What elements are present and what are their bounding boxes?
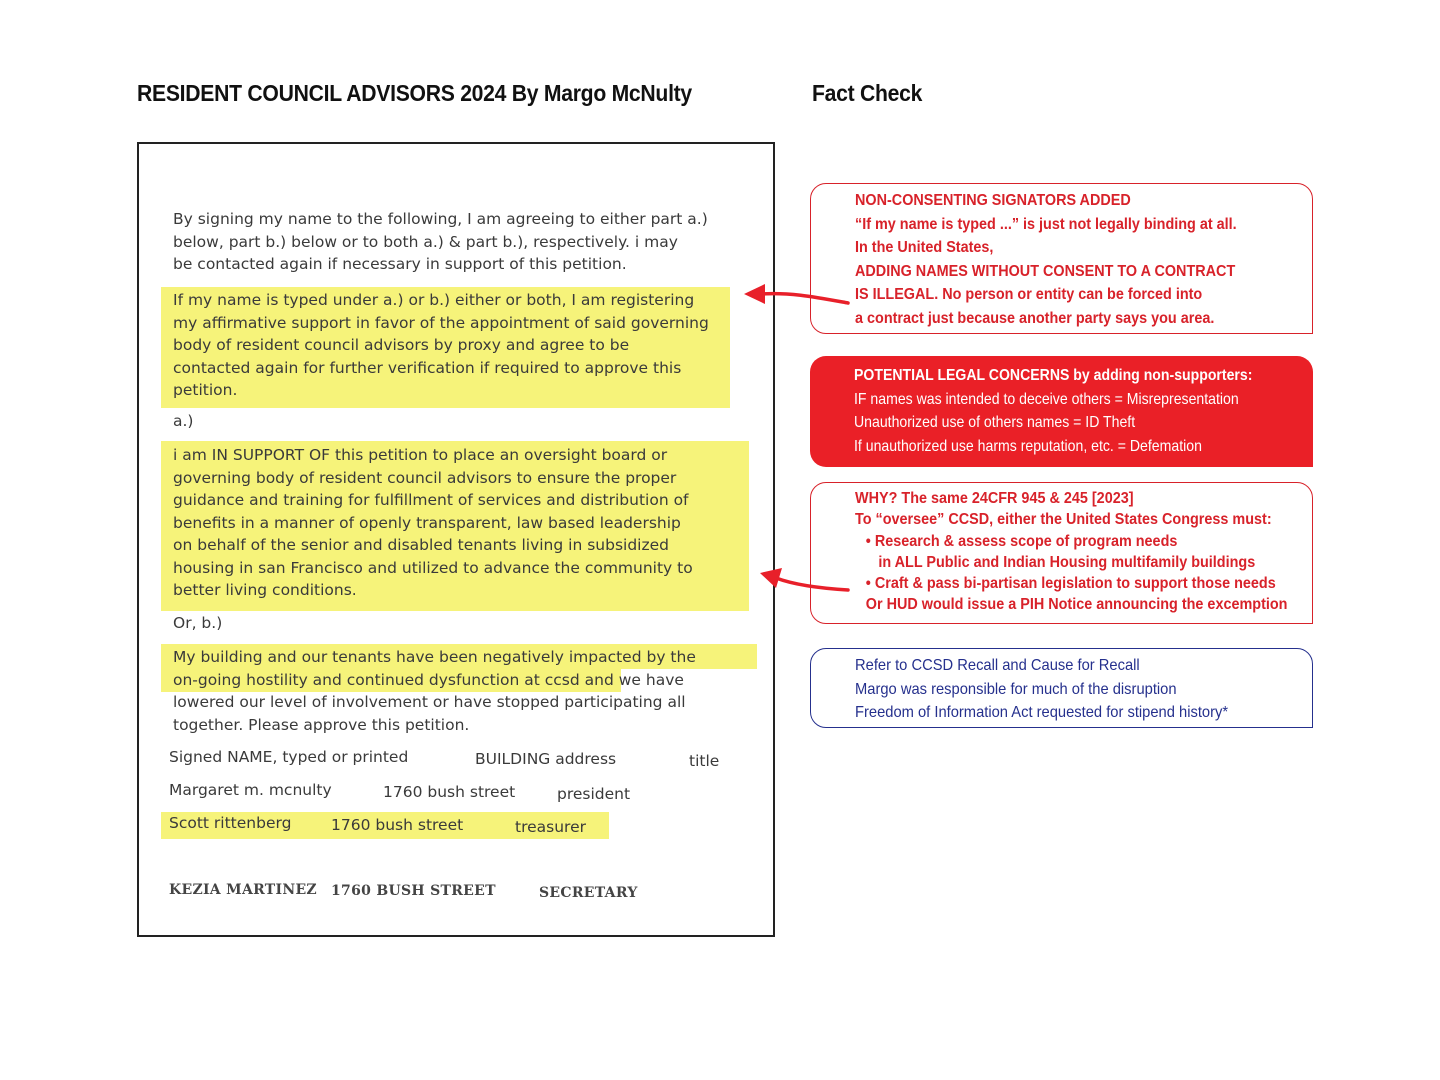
typed-signer-name: KEZIA MARTINEZ bbox=[169, 882, 317, 898]
legal-concerns-box: POTENTIAL LEGAL CONCERNS by adding non-s… bbox=[810, 356, 1313, 467]
bullet-legislation: • Craft & pass bi-partisan legislation t… bbox=[865, 575, 1276, 593]
typed-signer-address: 1760 BUSH STREET bbox=[331, 883, 496, 899]
petition-proxy-paragraph: If my name is typed under a.) or b.) eit… bbox=[173, 291, 709, 399]
signer-name: Margaret m. mcnulty bbox=[169, 781, 332, 799]
petition-scan: By signing my name to the following, I a… bbox=[137, 142, 775, 937]
sig-header-name: Signed NAME, typed or printed bbox=[169, 748, 409, 766]
why-box: WHY? The same 24CFR 945 & 245 [2023] To … bbox=[810, 482, 1313, 624]
signer-address: 1760 bush street bbox=[331, 816, 464, 834]
petition-intro: By signing my name to the following, I a… bbox=[173, 210, 708, 273]
part-a-paragraph: i am IN SUPPORT OF this petition to plac… bbox=[173, 446, 693, 599]
document-title: RESIDENT COUNCIL ADVISORS 2024 By Margo … bbox=[137, 80, 692, 106]
recall-box: Refer to CCSD Recall and Cause for Recal… bbox=[810, 648, 1313, 728]
bullet-research: • Research & assess scope of program nee… bbox=[865, 532, 1178, 550]
sig-header-address: BUILDING address bbox=[475, 750, 617, 768]
typed-signer-title: SECRETARY bbox=[539, 885, 638, 901]
fact-check-title: Fact Check bbox=[812, 80, 923, 106]
signer-title: treasurer bbox=[515, 818, 586, 836]
part-b-label: Or, b.) bbox=[173, 614, 223, 632]
sig-header-title: title bbox=[689, 752, 720, 770]
signer-name: Scott rittenberg bbox=[169, 814, 292, 832]
signer-address: 1760 bush street bbox=[383, 783, 516, 801]
part-b-paragraph: My building and our tenants have been ne… bbox=[173, 648, 696, 734]
part-a-label: a.) bbox=[173, 412, 194, 430]
signer-title: president bbox=[557, 785, 631, 803]
non-consent-box: NON-CONSENTING SIGNATORS ADDED “If my na… bbox=[810, 183, 1313, 334]
